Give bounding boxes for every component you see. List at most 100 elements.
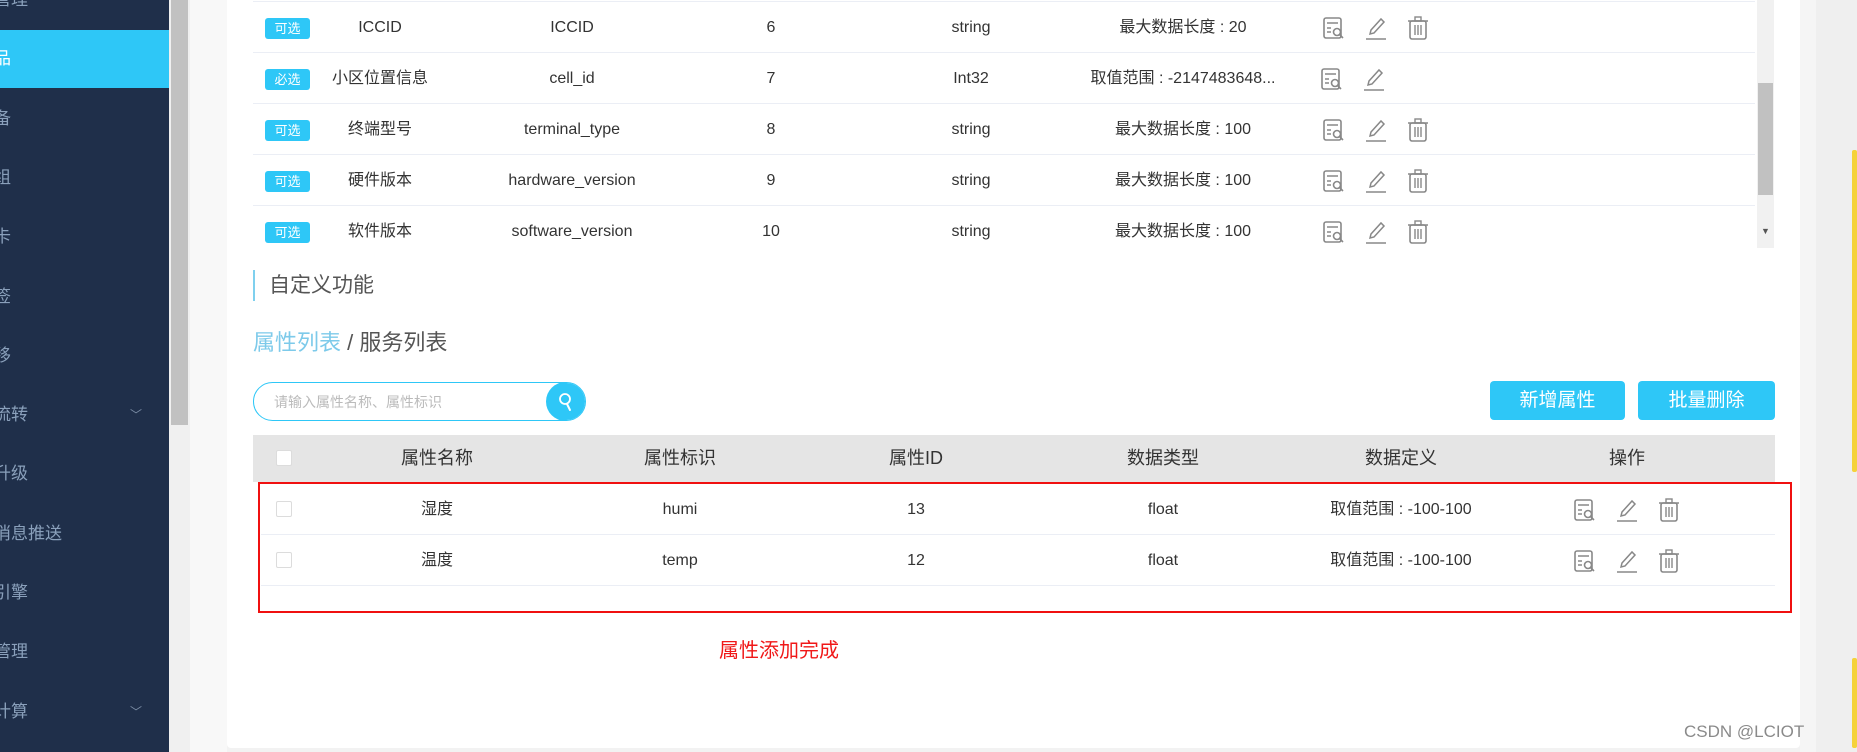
view-detail-icon[interactable] xyxy=(1319,66,1345,92)
cell-definition: 取值范围 : -2147483648... xyxy=(1090,70,1276,87)
sidebar-item[interactable]: 备 xyxy=(0,90,169,148)
table-header: 属性名称 属性标识 属性ID 数据类型 数据定义 操作 xyxy=(253,435,1775,482)
side-panel-edge xyxy=(1852,150,1857,472)
delete-icon[interactable] xyxy=(1405,219,1431,245)
row-actions xyxy=(1319,53,1387,104)
add-property-button[interactable]: 新增属性 xyxy=(1490,381,1625,420)
tab-property-list[interactable]: 属性列表 xyxy=(253,330,341,355)
required-badge: 可选 xyxy=(265,222,310,243)
cell-type: string xyxy=(951,19,991,36)
sidebar-item[interactable]: 升级 xyxy=(0,445,169,503)
sidebar-item[interactable]: 流转 ﹀ xyxy=(0,386,169,444)
view-detail-icon[interactable] xyxy=(1321,219,1347,245)
cell-definition: 最大数据长度 : 100 xyxy=(1114,121,1252,138)
cell-identifier: hardware_version xyxy=(508,172,636,189)
row-actions xyxy=(1321,2,1431,53)
sidebar-item-label: 管理 xyxy=(0,0,28,9)
cell-type: string xyxy=(951,121,991,138)
sidebar-item[interactable]: 签 xyxy=(0,268,169,326)
cell-id: 8 xyxy=(766,121,776,138)
sidebar-item[interactable]: 计算 ﹀ xyxy=(0,683,169,741)
required-badge: 可选 xyxy=(265,120,310,141)
search-input[interactable] xyxy=(254,383,544,420)
edit-icon[interactable] xyxy=(1363,117,1389,143)
watermark: CSDN @LCIOT xyxy=(1684,722,1805,741)
sidebar-item[interactable]: 管理 xyxy=(0,623,169,681)
sidebar-item[interactable]: 卡 xyxy=(0,208,169,266)
delete-icon[interactable] xyxy=(1405,15,1431,41)
table-row: 可选 终端型号 terminal_type 8 string 最大数据长度 : 100 xyxy=(253,103,1755,154)
sidebar-item[interactable]: 引擎 xyxy=(0,564,169,622)
table-scrollbar[interactable] xyxy=(1757,0,1774,248)
view-detail-icon[interactable] xyxy=(1321,117,1347,143)
cell-name: 软件版本 xyxy=(347,223,413,240)
column-header: 数据类型 xyxy=(1127,448,1199,468)
column-header: 属性标识 xyxy=(644,448,716,468)
required-badge: 必选 xyxy=(265,69,310,90)
cell-type: string xyxy=(951,172,991,189)
column-header: 属性名称 xyxy=(401,448,473,468)
batch-delete-button[interactable]: 批量删除 xyxy=(1638,381,1775,420)
sidebar-item[interactable]: 移 xyxy=(0,327,169,385)
sidebar-item-label: 消息推送 xyxy=(0,523,62,543)
required-badge: 可选 xyxy=(265,18,310,39)
annotation-text: 属性添加完成 xyxy=(719,638,839,662)
cell-identifier: cell_id xyxy=(549,70,595,87)
tab-service-list[interactable]: 服务列表 xyxy=(359,330,447,355)
view-detail-icon[interactable] xyxy=(1321,15,1347,41)
sidebar-scrollbar-thumb[interactable] xyxy=(171,0,188,425)
gutter xyxy=(190,0,227,752)
cell-name: ICCID xyxy=(358,19,402,36)
view-detail-icon[interactable] xyxy=(1321,168,1347,194)
sidebar-item-label: 移 xyxy=(0,345,11,365)
column-header: 数据定义 xyxy=(1365,448,1437,468)
sidebar-item-label: 备 xyxy=(0,108,11,128)
column-header: 操作 xyxy=(1609,448,1645,468)
cell-identifier: ICCID xyxy=(550,19,594,36)
sidebar-item[interactable]: 消息推送 xyxy=(0,505,169,563)
row-actions xyxy=(1321,206,1431,254)
sidebar-item-label: 签 xyxy=(0,286,11,306)
cell-identifier: software_version xyxy=(511,223,633,240)
scroll-down-arrow-icon[interactable]: ▼ xyxy=(1757,226,1774,240)
table-scrollbar-thumb[interactable] xyxy=(1758,83,1773,195)
search-box xyxy=(253,382,586,421)
table-row: 可选 软件版本 software_version 10 string 最大数据长度 : 1… xyxy=(253,205,1755,254)
section-title: 自定义功能 xyxy=(253,270,374,301)
edit-icon[interactable] xyxy=(1363,15,1389,41)
delete-icon[interactable] xyxy=(1405,168,1431,194)
table-row: 可选 ICCID ICCID 6 string 最大数据长度 : 20 xyxy=(253,1,1755,52)
edit-icon[interactable] xyxy=(1363,219,1389,245)
system-properties-table: 可选 ICCID ICCID 6 string 最大数据长度 : 20 必选 小区位置信息 ce… xyxy=(253,0,1755,254)
delete-icon[interactable] xyxy=(1405,117,1431,143)
page-scrollbar[interactable] xyxy=(1816,0,1857,752)
sidebar-item[interactable]: 组 xyxy=(0,149,169,207)
chevron-down-icon: ﹀ xyxy=(130,704,143,719)
search-icon xyxy=(559,392,571,411)
highlight-box xyxy=(258,482,1792,613)
sidebar-item[interactable]: 管理 xyxy=(0,0,169,29)
cell-definition: 最大数据长度 : 20 xyxy=(1119,19,1247,36)
sidebar: 管理品备组卡签移流转﹀升级消息推送引擎管理计算﹀ xyxy=(0,0,169,752)
sidebar-item-label: 品 xyxy=(0,49,11,69)
cell-definition: 最大数据长度 : 100 xyxy=(1114,172,1252,189)
sidebar-item-label: 引擎 xyxy=(0,583,28,602)
sidebar-scrollbar[interactable] xyxy=(169,0,190,752)
sidebar-item-label: 升级 xyxy=(0,464,28,484)
table-row: 可选 硬件版本 hardware_version 9 string 最大数据长度 : 10… xyxy=(253,154,1755,205)
edit-icon[interactable] xyxy=(1361,66,1387,92)
edit-icon[interactable] xyxy=(1363,168,1389,194)
table-row: 必选 小区位置信息 cell_id 7 Int32 取值范围 : -2147483648.… xyxy=(253,52,1755,103)
sidebar-item-label: 流转 xyxy=(0,405,28,425)
select-all-checkbox[interactable] xyxy=(276,450,292,466)
cell-id: 9 xyxy=(766,172,776,189)
cell-type: string xyxy=(951,223,991,240)
tab-separator: / xyxy=(341,330,360,355)
search-button[interactable] xyxy=(546,383,585,420)
row-actions xyxy=(1321,155,1431,206)
cell-name: 硬件版本 xyxy=(347,172,413,189)
cell-type: Int32 xyxy=(953,70,989,87)
list-tabs: 属性列表 / 服务列表 xyxy=(253,328,447,358)
cell-name: 终端型号 xyxy=(347,121,413,138)
sidebar-item[interactable]: 品 xyxy=(0,30,169,89)
